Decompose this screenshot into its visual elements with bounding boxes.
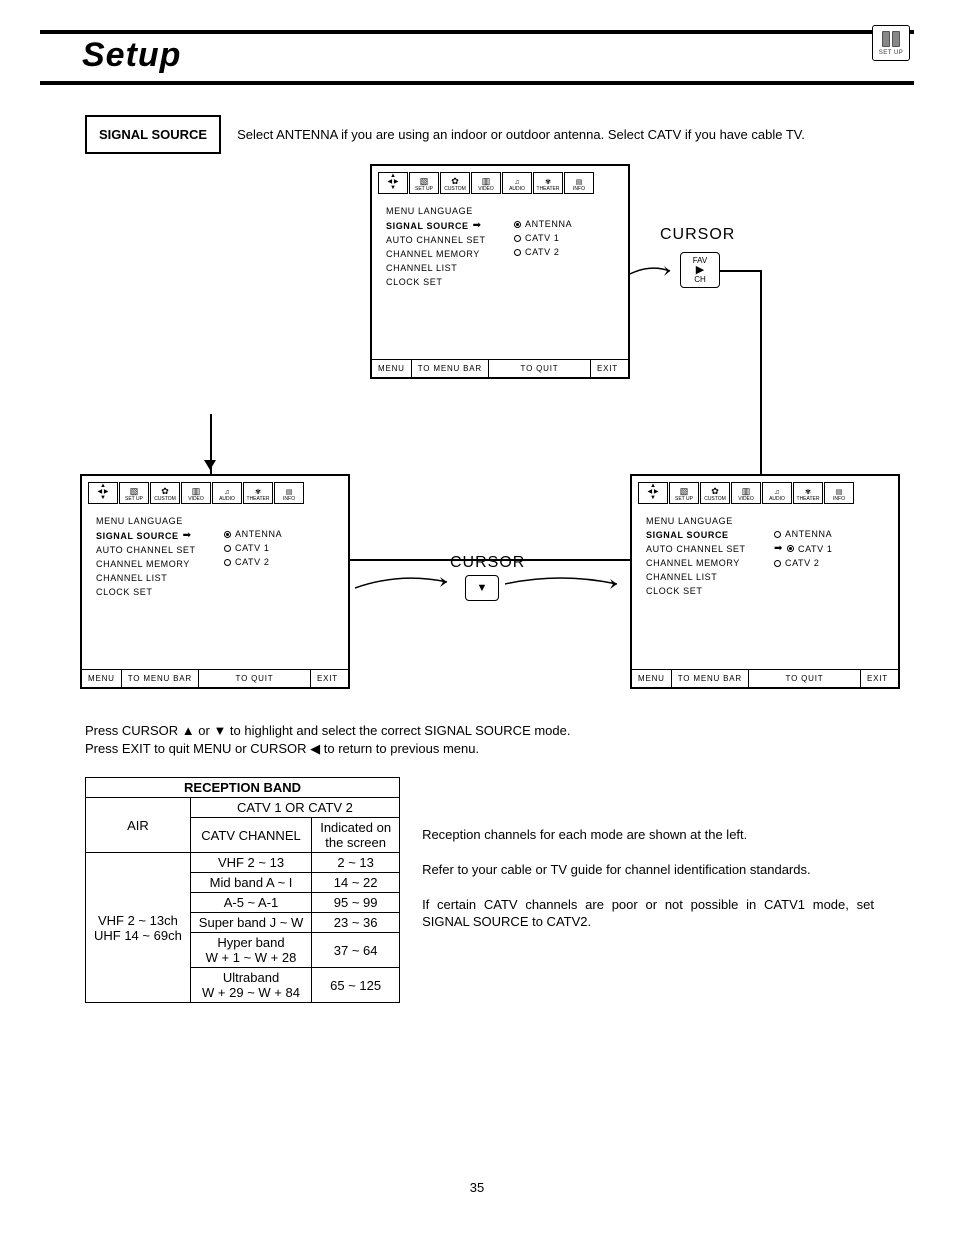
- remote-cursor-right: FAV ▶ CH: [680, 252, 720, 288]
- signal-source-label: SIGNAL SOURCE: [85, 115, 221, 154]
- signal-source-row: SIGNAL SOURCE Select ANTENNA if you are …: [85, 115, 914, 154]
- page-title: Setup: [40, 36, 181, 75]
- setup-icon: SET UP: [872, 25, 910, 61]
- flow-arrow-icon: [505, 574, 625, 594]
- cursor-label-right: CURSOR: [660, 226, 735, 244]
- diagram: ▲◀ ▶▼ ▧SET UP ✿CUSTOM ▥VIDEO ♫AUDIO ✾THE…: [80, 164, 874, 704]
- remote-cursor-down: ▼: [465, 575, 499, 601]
- osd-screen-3: ▲◀ ▶▼ ▧SET UP ✿CUSTOM ▥VIDEO ♫AUDIO ✾THE…: [630, 474, 900, 689]
- cursor-label-down: CURSOR: [450, 554, 525, 572]
- flow-arrow-icon: [630, 264, 680, 278]
- reception-band-table: RECEPTION BAND AIR CATV 1 OR CATV 2 CATV…: [85, 777, 400, 1003]
- reception-notes: Reception channels for each mode are sho…: [422, 777, 874, 1003]
- bottom-section: RECEPTION BAND AIR CATV 1 OR CATV 2 CATV…: [85, 777, 874, 1003]
- page-header: Setup SET UP: [40, 30, 914, 85]
- instruction: Press CURSOR ▲ or ▼ to highlight and sel…: [85, 722, 914, 757]
- osd-screen-1: ▲◀ ▶▼ ▧SET UP ✿CUSTOM ▥VIDEO ♫AUDIO ✾THE…: [370, 164, 630, 379]
- signal-source-desc: Select ANTENNA if you are using an indoo…: [237, 127, 805, 142]
- osd-screen-2: ▲◀ ▶▼ ▧SET UP ✿CUSTOM ▥VIDEO ♫AUDIO ✾THE…: [80, 474, 350, 689]
- flow-arrow-icon: [355, 574, 455, 594]
- page-number: 35: [0, 1180, 954, 1195]
